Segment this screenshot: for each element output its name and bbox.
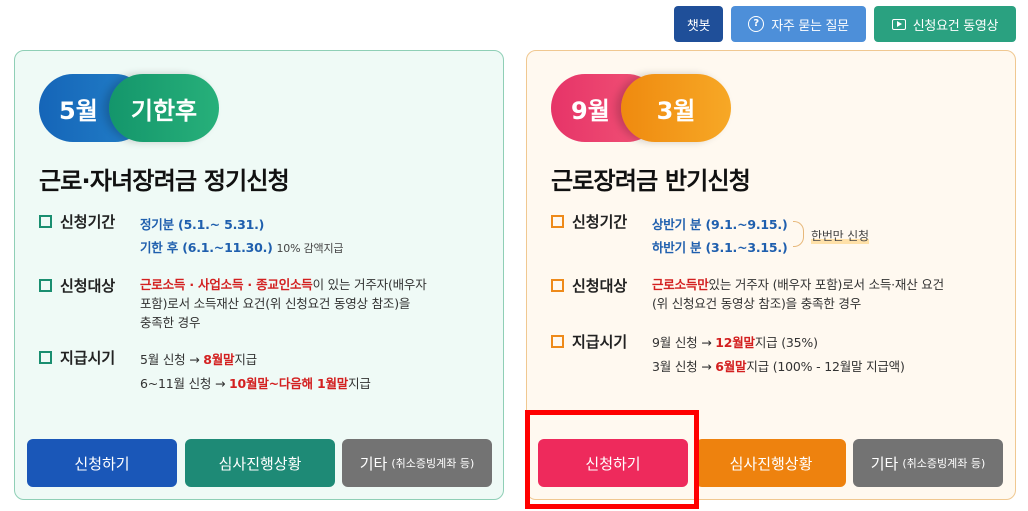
apply-label: 신청하기 — [74, 454, 130, 473]
chatbot-button[interactable]: 챗봇 — [674, 6, 723, 42]
video-label: 신청요건 동영상 — [912, 18, 999, 34]
target-description: 근로소득만있는 거주자 (배우자 포함)로서 소득·재산 요건 (위 신청요건 … — [652, 275, 944, 313]
bracket-icon — [793, 221, 804, 247]
review-status-label: 심사진행상황 — [218, 454, 302, 473]
etc-sub-label: (취소증빙계좌 등) — [391, 457, 475, 470]
payment-2-date: 10월말~다음해 1월말 — [229, 376, 349, 391]
square-bullet-icon — [39, 215, 52, 228]
target-heading: 신청대상 — [39, 275, 115, 296]
etc-label: 기타 — [359, 454, 388, 473]
etc-button[interactable]: 기타 (취소증빙계좌 등) — [342, 439, 492, 487]
period-label: 신청기간 — [60, 213, 116, 231]
square-bullet-icon — [551, 335, 564, 348]
payment-heading: 지급시기 — [551, 331, 627, 352]
faq-label: 자주 묻는 질문 — [771, 18, 849, 34]
target-heading: 신청대상 — [551, 275, 627, 296]
period-second-half: 하반기 분 (3.1.~3.15.) — [652, 240, 788, 255]
payment-1-date: 8월말 — [203, 352, 235, 367]
period-late-dates: 기한 후 (6.1.~11.30.) — [140, 240, 273, 255]
apply-button[interactable]: 신청하기 — [27, 439, 177, 487]
target-income-types: 근로소득 · 사업소득 · 종교인소득 — [140, 277, 313, 292]
focus-highlight-box — [525, 410, 699, 509]
payment-1-suffix: 지급 — [234, 352, 257, 367]
square-bullet-icon — [551, 279, 564, 292]
period-regular: 정기분 (5.1.~ 5.31.) — [140, 217, 265, 232]
pill-sub-label: 기한후 — [130, 96, 198, 125]
etc-button[interactable]: 기타 (취소증빙계좌 등) — [853, 439, 1003, 487]
target-text-1: 있는 거주자 (배우자 포함)로서 소득·재산 요건 — [708, 277, 945, 292]
payment-line-2: 3월 신청 → 6월말지급 (100% - 12월말 지급액) — [652, 356, 905, 375]
target-income-type: 근로소득만 — [652, 277, 709, 292]
period-heading: 신청기간 — [39, 211, 115, 232]
payment-1-prefix: 5월 신청 → — [140, 352, 204, 367]
once-only-note: 한번만 신청 — [811, 227, 869, 244]
period-heading: 신청기간 — [551, 211, 627, 232]
target-text-2: 포함)로서 소득재산 요건(위 신청요건 동영상 참조)을 — [140, 296, 411, 311]
payment-1-date: 12월말 — [715, 335, 755, 350]
target-description: 근로소득 · 사업소득 · 종교인소득이 있는 거주자(배우자 포함)로서 소득… — [140, 275, 427, 332]
review-status-label: 심사진행상황 — [729, 454, 813, 473]
payment-1-suffix: 지급 (35%) — [754, 335, 818, 350]
payment-line-1: 9월 신청 → 12월말지급 (35%) — [652, 332, 818, 351]
question-icon: ? — [748, 16, 765, 32]
card-title: 근로·자녀장려금 정기신청 — [39, 167, 290, 195]
target-label: 신청대상 — [60, 277, 116, 295]
period-label: 신청기간 — [572, 213, 628, 231]
faq-button[interactable]: ? 자주 묻는 질문 — [731, 6, 866, 42]
etc-sub-label: (취소증빙계좌 등) — [902, 457, 986, 470]
payment-2-prefix: 6~11월 신청 → — [140, 376, 230, 391]
payment-2-suffix: 지급 (100% - 12월말 지급액) — [746, 359, 905, 374]
pill-month-label: 9월 — [571, 96, 610, 125]
regular-application-card: 5월 기한후 근로·자녀장려금 정기신청 신청기간 정기분 (5.1.~ 5.3… — [14, 50, 504, 500]
target-text-2: (위 신청요건 동영상 참조)을 충족한 경우 — [652, 296, 862, 311]
payment-line-2: 6~11월 신청 → 10월말~다음해 1월말지급 — [140, 373, 371, 392]
requirement-video-button[interactable]: 신청요건 동영상 — [874, 6, 1016, 42]
review-status-button[interactable]: 심사진행상황 — [696, 439, 846, 487]
chatbot-label: 챗봇 — [686, 18, 711, 34]
pill-sub-label: 3월 — [656, 96, 696, 125]
target-text-1: 이 있는 거주자(배우자 — [312, 277, 427, 292]
square-bullet-icon — [551, 215, 564, 228]
pill-month-label: 5월 — [59, 96, 98, 125]
payment-label: 지급시기 — [572, 333, 628, 351]
review-status-button[interactable]: 심사진행상황 — [185, 439, 335, 487]
card-title: 근로장려금 반기신청 — [551, 167, 751, 195]
period-late-note: 10% 감액지급 — [276, 242, 344, 255]
payment-line-1: 5월 신청 → 8월말지급 — [140, 349, 257, 368]
square-bullet-icon — [39, 351, 52, 364]
period-first-half: 상반기 분 (9.1.~9.15.) — [652, 217, 788, 232]
payment-1-prefix: 9월 신청 → — [652, 335, 716, 350]
target-text-3: 충족한 경우 — [140, 315, 201, 330]
payment-2-suffix: 지급 — [348, 376, 371, 391]
square-bullet-icon — [39, 279, 52, 292]
payment-2-date: 6월말 — [715, 359, 747, 374]
period-late: 기한 후 (6.1.~11.30.) 10% 감액지급 — [140, 237, 343, 256]
late-application-pill: 기한후 — [109, 74, 219, 142]
payment-2-prefix: 3월 신청 → — [652, 359, 716, 374]
target-label: 신청대상 — [572, 277, 628, 295]
payment-heading: 지급시기 — [39, 347, 115, 368]
etc-label: 기타 — [870, 454, 899, 473]
play-video-icon — [891, 18, 906, 30]
month-pill-march: 3월 — [621, 74, 731, 142]
payment-label: 지급시기 — [60, 349, 116, 367]
